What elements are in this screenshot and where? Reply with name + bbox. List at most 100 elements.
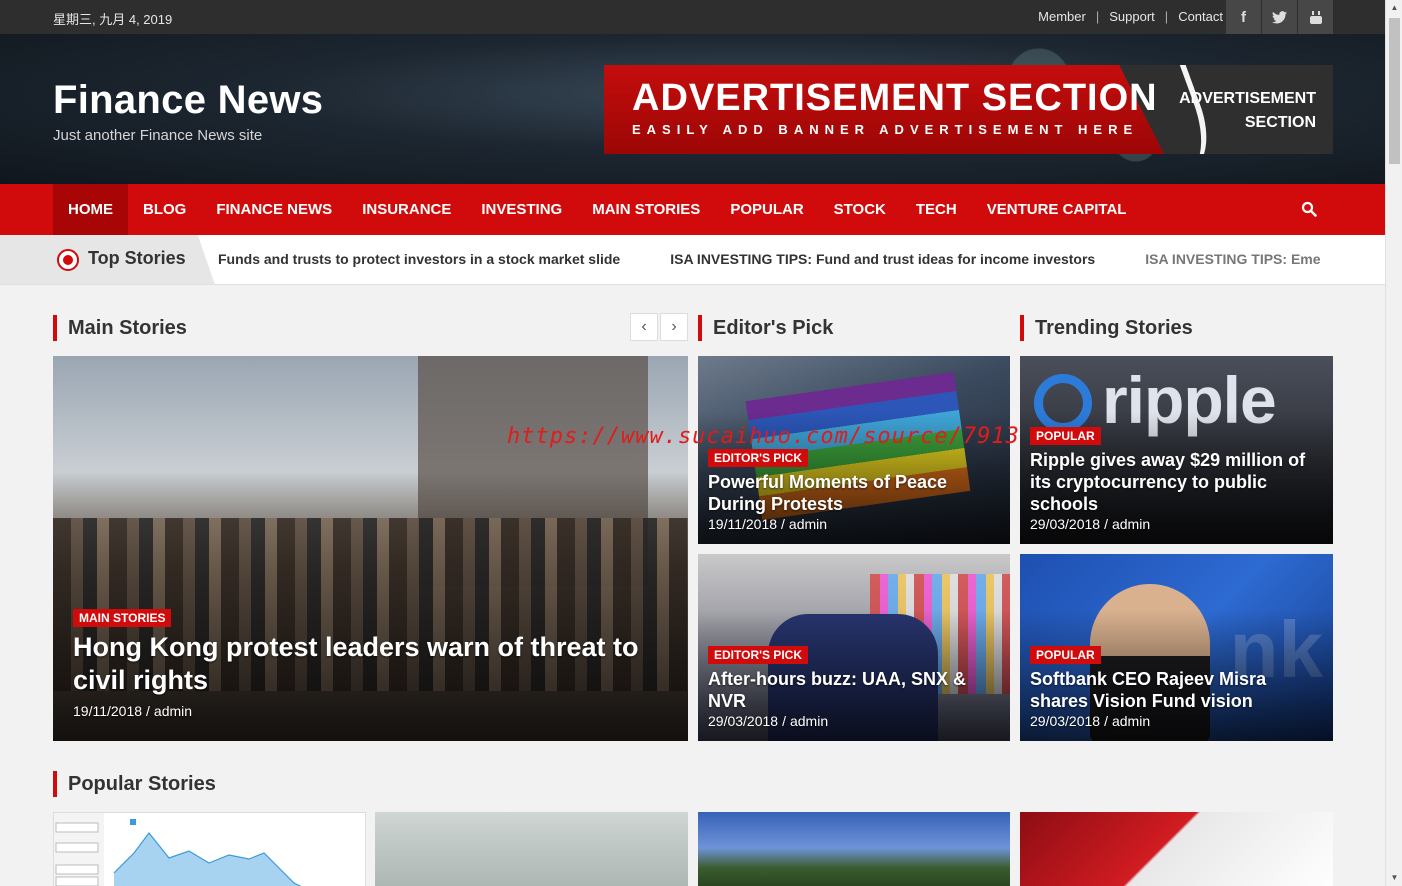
category-badge[interactable]: EDITOR'S PICK <box>708 449 808 467</box>
nav-item-popular[interactable]: POPULAR <box>715 184 818 235</box>
ticker-item[interactable]: ISA INVESTING TIPS: Eme <box>1145 251 1320 267</box>
twitter-icon[interactable] <box>1261 0 1297 34</box>
scrollbar-thumb[interactable] <box>1389 18 1400 164</box>
main-nav: HOME BLOG FINANCE NEWS INSURANCE INVESTI… <box>0 184 1385 235</box>
post-title[interactable]: Softbank CEO Rajeev Misra shares Vision … <box>1030 668 1325 712</box>
watermark-text: https://www.sucaihuo.com/source/7913 <box>507 424 1020 449</box>
ticker-item[interactable]: ISA INVESTING TIPS: Fund and trust ideas… <box>670 251 1095 267</box>
post-author[interactable]: admin <box>1112 713 1150 729</box>
ad-side-line-2: SECTION <box>1244 114 1316 131</box>
title-line: its cryptocurrency to public <box>1030 472 1268 492</box>
advertisement-banner[interactable]: ADVERTISEMENT SECTION EASILY ADD BANNER … <box>604 65 1333 154</box>
member-link[interactable]: Member <box>1038 9 1086 24</box>
scroll-up-icon[interactable]: ▲ <box>1386 0 1402 16</box>
divider: / <box>146 703 150 719</box>
top-stories-ticker: Top Stories Funds and trusts to protect … <box>0 235 1385 285</box>
post-title[interactable]: Powerful Moments of Peace During Protest… <box>708 471 998 515</box>
nav-item-main-stories[interactable]: MAIN STORIES <box>577 184 715 235</box>
top-bar: 星期三, 九月 4, 2019 Member | Support | Conta… <box>0 0 1385 34</box>
slider-arrows: ‹ › <box>630 313 688 341</box>
category-badge[interactable]: MAIN STORIES <box>73 609 172 627</box>
ticker-items: Funds and trusts to protect investors in… <box>218 251 1333 267</box>
post-date[interactable]: 29/03/2018 <box>708 713 778 729</box>
title-line: Softbank CEO Rajeev Misra <box>1030 669 1267 689</box>
title-line: civil rights <box>73 665 209 695</box>
site-title[interactable]: Finance News <box>53 78 323 123</box>
editors-pick-heading: Editor's Pick <box>698 315 833 341</box>
popular-story-image[interactable] <box>375 812 688 886</box>
ticker-title: Top Stories <box>88 248 186 268</box>
title-line: NVR <box>708 691 747 711</box>
post-author[interactable]: admin <box>789 516 827 532</box>
facebook-icon[interactable]: f <box>1225 0 1261 34</box>
post-title[interactable]: After-hours buzz: UAA, SNX & NVR <box>708 668 998 712</box>
nav-item-finance-news[interactable]: FINANCE NEWS <box>201 184 347 235</box>
post-date[interactable]: 19/11/2018 <box>708 516 777 532</box>
contact-link[interactable]: Contact <box>1178 9 1223 24</box>
nav-item-stock[interactable]: STOCK <box>819 184 901 235</box>
trending-stories-heading: Trending Stories <box>1020 315 1193 341</box>
divider: | <box>1095 9 1100 24</box>
stock-chart-thumbnail <box>54 813 302 886</box>
main-stories-heading: Main Stories <box>53 315 187 341</box>
chevron-left-icon[interactable]: ‹ <box>630 313 658 341</box>
category-badge[interactable]: EDITOR'S PICK <box>708 646 808 664</box>
post-meta: 29/03/2018/admin <box>1030 516 1150 532</box>
chevron-right-icon[interactable]: › <box>660 313 688 341</box>
post-author[interactable]: admin <box>790 713 828 729</box>
category-badge[interactable]: POPULAR <box>1030 427 1101 445</box>
title-line: Ripple gives away $29 million of <box>1030 450 1306 470</box>
search-icon[interactable] <box>1301 201 1317 217</box>
popular-stories-heading: Popular Stories <box>53 771 216 797</box>
post-author[interactable]: admin <box>1112 516 1150 532</box>
divider: / <box>782 713 786 729</box>
post-date[interactable]: 19/11/2018 <box>73 703 142 719</box>
title-line: shares Vision Fund vision <box>1030 691 1253 711</box>
title-line: schools <box>1030 494 1099 514</box>
social-links: f <box>1225 0 1333 34</box>
trending-story-card[interactable]: nk POPULAR Softbank CEO Rajeev Misra sha… <box>1020 554 1333 741</box>
editors-pick-card[interactable]: EDITOR'S PICK Powerful Moments of Peace … <box>698 356 1010 544</box>
site-tagline: Just another Finance News site <box>53 127 263 144</box>
image-shade <box>53 471 688 741</box>
title-line: After-hours buzz: UAA, SNX & <box>708 669 966 689</box>
page: 星期三, 九月 4, 2019 Member | Support | Conta… <box>0 0 1385 886</box>
title-line: Hong Kong protest leaders warn of threat… <box>73 632 639 662</box>
ad-side-text: ADVERTISEMENT SECTION <box>1166 87 1316 135</box>
editors-pick-card[interactable]: EDITOR'S PICK After-hours buzz: UAA, SNX… <box>698 554 1010 741</box>
popular-story-image[interactable] <box>698 812 1010 886</box>
nav-item-tech[interactable]: TECH <box>901 184 972 235</box>
support-link[interactable]: Support <box>1109 9 1155 24</box>
scroll-down-icon[interactable]: ▼ <box>1386 870 1402 886</box>
ad-side-line-1: ADVERTISEMENT <box>1179 90 1316 107</box>
trending-story-card[interactable]: ripple POPULAR Ripple gives away $29 mil… <box>1020 356 1333 544</box>
post-meta: 29/03/2018/admin <box>708 713 828 729</box>
nav-item-insurance[interactable]: INSURANCE <box>347 184 466 235</box>
divider: / <box>1104 516 1108 532</box>
popular-story-image[interactable] <box>1020 812 1333 886</box>
post-meta: 19/11/2018/admin <box>708 516 827 532</box>
title-line: During Protests <box>708 494 844 514</box>
post-date[interactable]: 29/03/2018 <box>1030 713 1100 729</box>
nav-item-blog[interactable]: BLOG <box>128 184 201 235</box>
page-scrollbar[interactable]: ▲ ▼ <box>1385 0 1402 886</box>
top-links: Member | Support | Contact <box>1038 9 1223 24</box>
category-badge[interactable]: POPULAR <box>1030 646 1101 664</box>
divider: / <box>781 516 785 532</box>
youtube-icon[interactable] <box>1297 0 1333 34</box>
ad-title: ADVERTISEMENT SECTION <box>632 77 1158 119</box>
ticker-item[interactable]: Funds and trusts to protect investors in… <box>218 251 620 267</box>
post-author[interactable]: admin <box>154 703 192 719</box>
main-story-title[interactable]: Hong Kong protest leaders warn of threat… <box>73 631 673 697</box>
post-meta: 19/11/2018/admin <box>73 703 192 719</box>
post-title[interactable]: Ripple gives away $29 million of its cry… <box>1030 449 1325 515</box>
ad-subtitle: EASILY ADD BANNER ADVERTISEMENT HERE <box>632 122 1139 137</box>
current-date: 星期三, 九月 4, 2019 <box>53 12 173 27</box>
nav-item-home[interactable]: HOME <box>53 184 128 235</box>
popular-story-image[interactable] <box>53 812 366 886</box>
nav-item-venture-capital[interactable]: VENTURE CAPITAL <box>972 184 1142 235</box>
nav-item-investing[interactable]: INVESTING <box>466 184 577 235</box>
post-date[interactable]: 29/03/2018 <box>1030 516 1100 532</box>
title-line: Powerful Moments of Peace <box>708 472 948 492</box>
main-story-card[interactable]: MAIN STORIES Hong Kong protest leaders w… <box>53 356 688 741</box>
